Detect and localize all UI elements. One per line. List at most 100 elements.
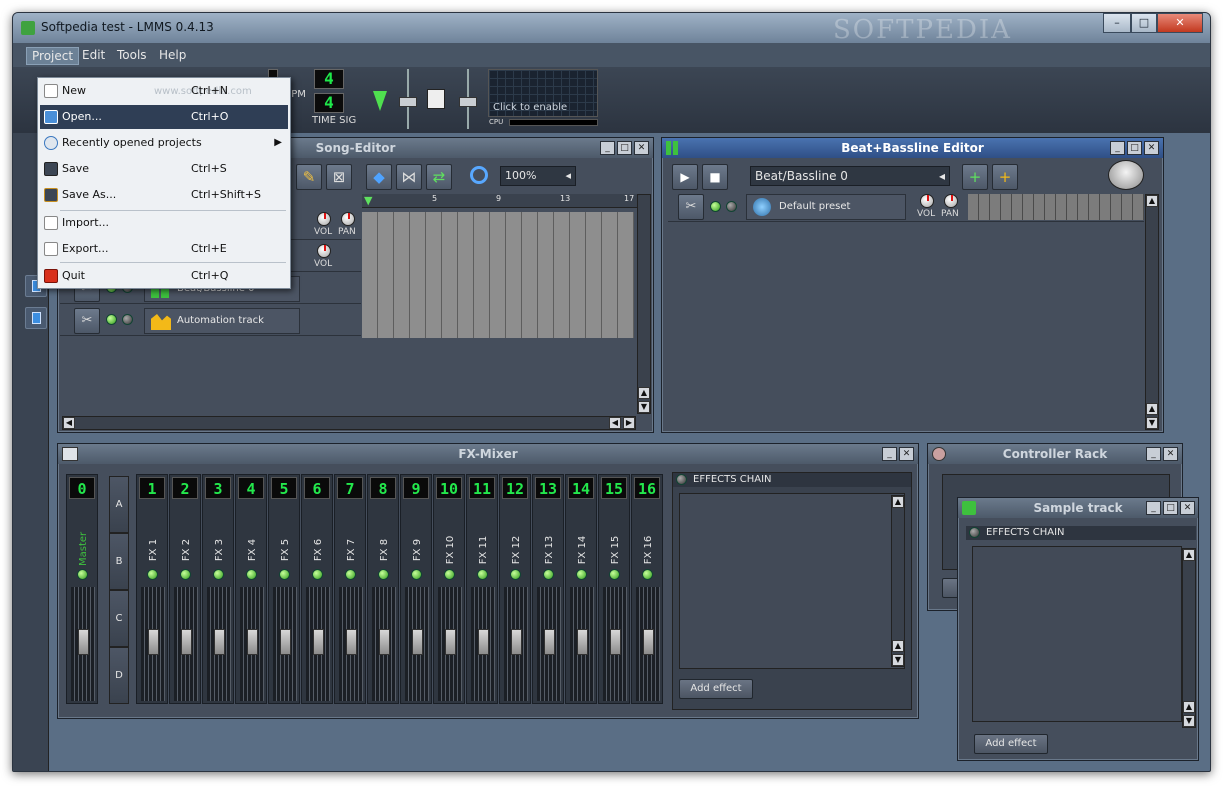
scroll-up-icon[interactable]: ▲	[1146, 403, 1158, 415]
solo-led[interactable]	[726, 201, 737, 212]
scroll-down-icon[interactable]: ▼	[638, 401, 650, 413]
mute-led[interactable]	[345, 569, 356, 580]
fx-channel-strip[interactable]: 5 FX 5	[268, 474, 300, 704]
bb-editor-close[interactable]: ✕	[1144, 141, 1159, 155]
menu-item-save[interactable]: Save Ctrl+S	[40, 157, 288, 181]
volume-knob[interactable]	[317, 212, 331, 226]
fx-channel-strip[interactable]: 11 FX 11	[466, 474, 498, 704]
edit-mode-button[interactable]: ⊠	[326, 164, 352, 190]
fader-handle[interactable]	[214, 629, 225, 655]
fader-handle[interactable]	[247, 629, 258, 655]
scroll-right-icon[interactable]: ▶	[623, 417, 635, 429]
fader-track[interactable]	[471, 587, 495, 701]
menu-item-recent[interactable]: Recently opened projects ▶	[40, 131, 288, 155]
scroll-left-icon[interactable]: ◀	[609, 417, 621, 429]
fader-track[interactable]	[438, 587, 462, 701]
sample-track-minimize[interactable]: _	[1146, 501, 1161, 515]
sidebar-button-files[interactable]	[25, 307, 47, 329]
fx-channel-strip[interactable]: 9 FX 9	[400, 474, 432, 704]
mute-led[interactable]	[378, 569, 389, 580]
volume-knob[interactable]	[920, 194, 934, 208]
fader-handle[interactable]	[313, 629, 324, 655]
fx-mixer-close[interactable]: ✕	[899, 447, 914, 461]
mute-led[interactable]	[147, 569, 158, 580]
menu-help[interactable]: Help	[154, 47, 191, 63]
mute-led[interactable]	[543, 569, 554, 580]
menu-item-export[interactable]: Export... Ctrl+E	[40, 237, 288, 261]
song-editor-vertical-scrollbar[interactable]: ▲ ▼	[637, 194, 651, 414]
controller-rack-minimize[interactable]: _	[1146, 447, 1161, 461]
menu-item-quit[interactable]: Quit Ctrl+Q	[40, 264, 288, 288]
fx-channel-strip[interactable]: 12 FX 12	[499, 474, 531, 704]
fader-track[interactable]	[537, 587, 561, 701]
song-editor-minimize[interactable]: _	[600, 141, 615, 155]
sample-track-close[interactable]: ✕	[1180, 501, 1195, 515]
fader-track[interactable]	[174, 587, 198, 701]
close-button[interactable]: ✕	[1157, 13, 1203, 33]
bb-pattern-select[interactable]: Beat/Bassline 0 ◂	[750, 166, 950, 186]
mute-led[interactable]	[106, 314, 117, 325]
fader-track[interactable]	[273, 587, 297, 701]
fx-mixer-minimize[interactable]: _	[882, 447, 897, 461]
timesig-denominator[interactable]: 4	[314, 93, 344, 113]
menu-item-save-as[interactable]: Save As... Ctrl+Shift+S	[40, 183, 288, 207]
fx-channel-strip[interactable]: 14 FX 14	[565, 474, 597, 704]
menu-item-import[interactable]: Import...	[40, 211, 288, 235]
fader-handle[interactable]	[643, 629, 654, 655]
fader-handle[interactable]	[78, 629, 89, 655]
scroll-left-icon[interactable]: ◀	[63, 417, 75, 429]
scroll-up-icon[interactable]: ▲	[892, 496, 904, 508]
bb-editor-scrollbar[interactable]: ▲ ▲ ▼	[1145, 194, 1159, 430]
master-pitch-handle[interactable]	[459, 97, 477, 107]
fader-track[interactable]	[339, 587, 363, 701]
mute-led[interactable]	[180, 569, 191, 580]
sample-track-maximize[interactable]: □	[1163, 501, 1178, 515]
mute-led[interactable]	[576, 569, 587, 580]
song-editor-horizontal-scrollbar[interactable]: ◀ ◀ ▶	[62, 416, 636, 430]
fader-track[interactable]	[405, 587, 429, 701]
instrument-name-button[interactable]: Default preset	[746, 194, 906, 220]
mute-led[interactable]	[213, 569, 224, 580]
mute-led[interactable]	[77, 569, 88, 580]
master-channel-strip[interactable]: 0 Master	[66, 474, 98, 704]
fader-track[interactable]	[306, 587, 330, 701]
effects-chain-header[interactable]: EFFECTS CHAIN	[673, 473, 911, 487]
menu-tools[interactable]: Tools	[112, 47, 152, 63]
mute-led[interactable]	[312, 569, 323, 580]
mute-led[interactable]	[710, 201, 721, 212]
mute-led[interactable]	[609, 569, 620, 580]
fader-track[interactable]	[141, 587, 165, 701]
effects-chain-toggle[interactable]	[676, 474, 687, 485]
fx-channel-strip[interactable]: 15 FX 15	[598, 474, 630, 704]
controller-rack-close[interactable]: ✕	[1163, 447, 1178, 461]
maximize-button[interactable]: □	[1131, 13, 1157, 33]
fader-handle[interactable]	[379, 629, 390, 655]
fader-track[interactable]	[71, 587, 95, 701]
fader-handle[interactable]	[346, 629, 357, 655]
scroll-up-icon[interactable]: ▲	[1183, 549, 1195, 561]
fader-track[interactable]	[207, 587, 231, 701]
timesig-numerator[interactable]: 4	[314, 69, 344, 89]
bank-button-b[interactable]: B	[109, 533, 129, 590]
add-sample-track-button[interactable]: ⋈	[396, 164, 422, 190]
fx-channel-strip[interactable]: 3 FX 3	[202, 474, 234, 704]
menu-project[interactable]: Project	[26, 47, 80, 65]
timeline-ruler[interactable]: ▼ 5 9 13 17	[362, 194, 638, 208]
master-volume-handle[interactable]	[399, 97, 417, 107]
fader-track[interactable]	[570, 587, 594, 701]
panning-knob[interactable]	[341, 212, 355, 226]
song-editor-close[interactable]: ✕	[634, 141, 649, 155]
effects-chain-header[interactable]: EFFECTS CHAIN	[966, 526, 1196, 540]
fader-handle[interactable]	[181, 629, 192, 655]
fx-channel-strip[interactable]: 1 FX 1	[136, 474, 168, 704]
scroll-up-icon[interactable]: ▲	[1146, 195, 1158, 207]
zoom-select[interactable]: 100% ◂	[500, 166, 576, 186]
bb-editor-minimize[interactable]: _	[1110, 141, 1125, 155]
track-actions-button[interactable]: ✂	[678, 194, 704, 220]
play-button[interactable]: ▶	[672, 164, 698, 190]
step-sequencer[interactable]	[968, 194, 1144, 220]
solo-led[interactable]	[122, 314, 133, 325]
scroll-up-icon[interactable]: ▲	[1183, 701, 1195, 713]
fx-channel-strip[interactable]: 4 FX 4	[235, 474, 267, 704]
fader-handle[interactable]	[544, 629, 555, 655]
